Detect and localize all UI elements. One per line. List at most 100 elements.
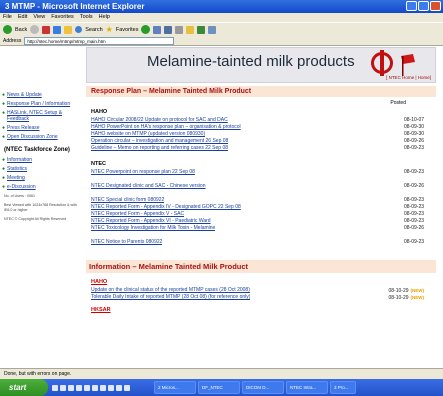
menu-edit[interactable]: Edit: [18, 13, 27, 22]
quick-launch-icon[interactable]: [76, 384, 82, 391]
sidebar-item-press-release[interactable]: ● Press Release: [2, 125, 84, 131]
table-row: HAHO PowerPoint on HA's response plan – …: [86, 124, 436, 131]
quick-launch-icon[interactable]: [52, 384, 58, 391]
start-button[interactable]: start: [0, 379, 48, 396]
banner-home-links[interactable]: [ NTEC Home | Home]: [386, 75, 431, 80]
group-title-haho: HAHO: [91, 109, 108, 115]
window-title: 3 MTMP - Microsoft Internet Explorer: [5, 2, 145, 11]
quick-launch-icon[interactable]: [84, 384, 90, 391]
document-link[interactable]: Tolerable Daily Intake of reported MTMP …: [91, 294, 250, 301]
sidebar-item-label[interactable]: e-Discussion: [7, 184, 36, 190]
favorites-button-label[interactable]: Favorites: [116, 27, 139, 33]
bullet-icon: ●: [2, 157, 6, 163]
search-icon[interactable]: [75, 26, 83, 33]
minimize-button[interactable]: [406, 1, 417, 11]
print-icon[interactable]: [164, 25, 173, 34]
document-link[interactable]: Operation circular – investigation and m…: [91, 138, 228, 145]
posted-date: 08-09-26: [403, 138, 424, 144]
quick-launch-icon[interactable]: [108, 384, 114, 391]
quick-launch-icon[interactable]: [68, 384, 74, 391]
group-title-hksar[interactable]: HKSAR: [91, 307, 436, 313]
forward-arrow-icon[interactable]: [30, 25, 40, 34]
document-link[interactable]: HAHO website on MTMP (updated version 08…: [91, 131, 205, 138]
posted-date-with-badge: 08-10-29 (NEW): [388, 287, 424, 294]
document-link[interactable]: NTEC Designated clinic and SAC - Chinese…: [91, 183, 206, 190]
stop-icon[interactable]: [42, 25, 51, 34]
sidebar-item-statistics[interactable]: ● Statistics: [2, 166, 84, 172]
sidebar-item-label[interactable]: Open Discussion Zone: [7, 134, 58, 140]
taskbar-button[interactable]: NTEC Intra...: [286, 381, 328, 394]
taskbar-button[interactable]: DICOM D...: [242, 381, 284, 394]
menu-file[interactable]: File: [3, 13, 12, 22]
taskbar-button[interactable]: 3 Pro...: [330, 381, 356, 394]
document-link[interactable]: NTEC Powerpoint on response plan 22 Sep …: [91, 169, 195, 176]
favorites-star-icon[interactable]: ★: [106, 25, 113, 34]
posted-date: 08-09-23: [403, 239, 424, 245]
back-arrow-icon[interactable]: [3, 25, 12, 34]
group-title-haho-info[interactable]: HAHO: [91, 279, 436, 285]
sidebar-item-ediscussion[interactable]: ● e-Discussion: [2, 184, 84, 190]
quick-launch-icon[interactable]: [124, 384, 130, 391]
quick-launch-icon[interactable]: [116, 384, 122, 391]
address-input[interactable]: http://ntec.home/mtmp/mtmp_main.htm: [24, 36, 175, 45]
mail-icon[interactable]: [153, 25, 162, 34]
sidebar-item-open-discussion[interactable]: ● Open Discussion Zone: [2, 134, 84, 140]
table-row: NTEC Reported Form - Appendix VI - Paedi…: [86, 218, 436, 225]
quick-launch: [52, 384, 130, 391]
document-link[interactable]: Update on the clinical status of the rep…: [91, 287, 250, 294]
edit-icon[interactable]: [175, 25, 184, 34]
document-link[interactable]: NTEC Special clinic form 080922: [91, 197, 164, 204]
home-icon[interactable]: [64, 25, 73, 34]
menu-tools[interactable]: Tools: [80, 13, 93, 22]
search-button-label[interactable]: Search: [85, 27, 102, 33]
sidebar-item-label[interactable]: Meeting: [7, 175, 25, 181]
bullet-icon: ●: [2, 92, 6, 98]
table-row: Guideline – Memo on reporting and referr…: [86, 145, 436, 152]
quick-launch-icon[interactable]: [92, 384, 98, 391]
folder-icon[interactable]: [186, 25, 195, 34]
posted-column-header: Posted: [390, 100, 406, 106]
sidebar-item-label[interactable]: Press Release: [7, 125, 40, 131]
document-link[interactable]: NTEC Reported Form - Appendix VI - Paedi…: [91, 218, 211, 225]
research-icon[interactable]: [208, 25, 217, 34]
document-link[interactable]: NTEC Reported Form - Appendix V - SAC: [91, 211, 184, 218]
sidebar-item-meeting[interactable]: ● Meeting: [2, 175, 84, 181]
menu-favorites[interactable]: Favorites: [51, 13, 74, 22]
taskbar-button[interactable]: 2 Micros...: [154, 381, 196, 394]
maximize-button[interactable]: [418, 1, 429, 11]
sidebar-item-label[interactable]: Information: [7, 157, 32, 163]
quick-launch-icon[interactable]: [60, 384, 66, 391]
history-icon[interactable]: [141, 25, 151, 34]
new-badge: (NEW): [410, 295, 425, 300]
quick-launch-icon[interactable]: [100, 384, 106, 391]
sidebar-item-label[interactable]: Statistics: [7, 166, 27, 172]
document-link[interactable]: NTEC Notice to Parents 080922: [91, 239, 162, 246]
posted-date: 08-09-26: [403, 225, 424, 231]
document-link[interactable]: NTEC Reported Form - Appendix IV - Desig…: [91, 204, 241, 211]
copyright-note: NTEC © Copyright All Rights Reserved: [4, 217, 67, 221]
document-link[interactable]: HAHO PowerPoint on HA's response plan – …: [91, 124, 241, 131]
sidebar-item-label[interactable]: News & Update: [7, 92, 42, 98]
sidebar-item-haslink[interactable]: ● HASLink, NTEC Setup & Feedback: [2, 110, 84, 122]
menu-view[interactable]: View: [33, 13, 45, 22]
sidebar-item-information[interactable]: ● Information: [2, 157, 84, 163]
document-link[interactable]: NTEC Toxicology Investigation for Milk T…: [91, 225, 215, 232]
sidebar-item-label[interactable]: Response Plan / Information: [7, 101, 70, 107]
bullet-icon: ●: [2, 166, 6, 172]
document-link[interactable]: Guideline – Memo on reporting and referr…: [91, 145, 228, 152]
messenger-icon[interactable]: [197, 25, 206, 34]
sidebar-item-news[interactable]: ● News & Update: [2, 92, 84, 98]
sidebar-item-response-plan[interactable]: ● Response Plan / Information: [2, 101, 84, 107]
table-row: [86, 176, 436, 183]
refresh-icon[interactable]: [53, 25, 62, 34]
menu-help[interactable]: Help: [99, 13, 110, 22]
close-button[interactable]: [430, 1, 441, 11]
table-row: HAHO Circular 2008/22 Update on protocol…: [86, 117, 436, 124]
bullet-icon: ●: [2, 184, 6, 190]
sidebar-item-label[interactable]: HASLink, NTEC Setup & Feedback: [7, 110, 84, 122]
taskbar-button[interactable]: DF_NTEC: [198, 381, 240, 394]
document-link[interactable]: HAHO Circular 2008/22 Update on protocol…: [91, 117, 228, 124]
browser-toolbar: Back Search ★ Favorites: [0, 22, 443, 36]
back-button-label[interactable]: Back: [15, 27, 27, 33]
response-plan-heading: Response Plan – Melamine Tainted Milk Pr…: [86, 86, 436, 97]
